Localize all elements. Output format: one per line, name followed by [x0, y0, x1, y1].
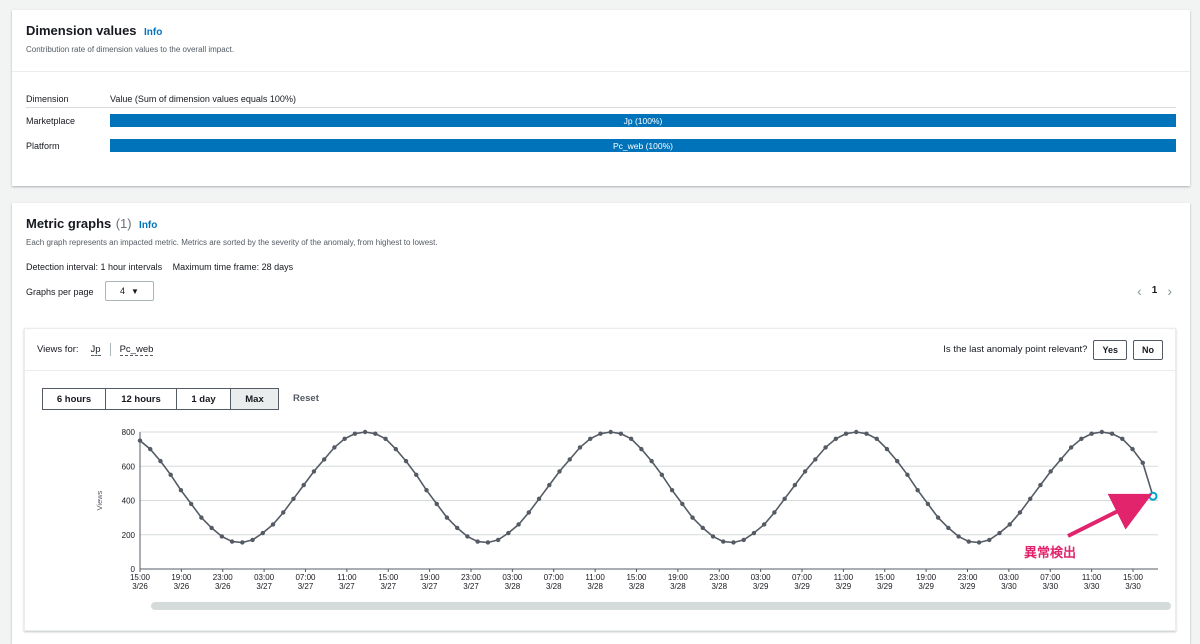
annotation-arrow: [1067, 493, 1153, 538]
anomaly-annotation-label: 異常検出: [1024, 545, 1077, 560]
